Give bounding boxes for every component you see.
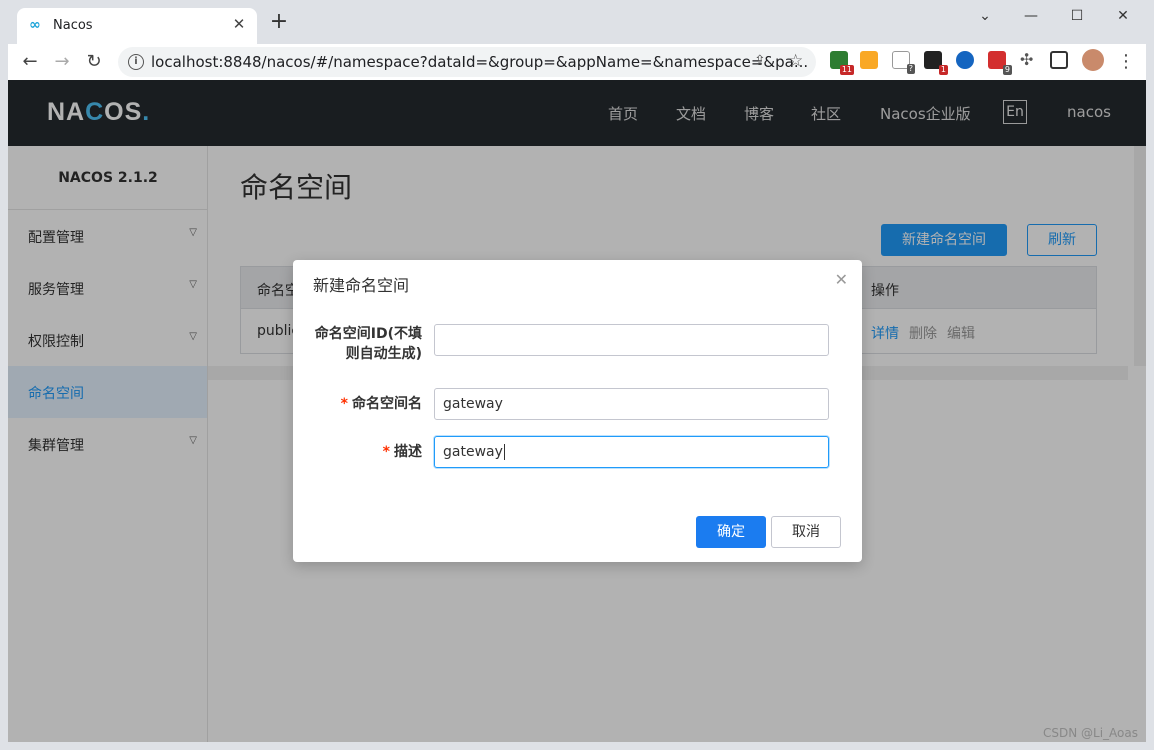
browser-menu-icon[interactable]: ⋮ [1114,50,1138,74]
namespace-name-input[interactable]: gateway [434,388,829,420]
namespace-name-label: * 命名空间名 [341,394,422,414]
browser-tabbar: ∞ Nacos ✕ + ⌄ — ☐ ✕ [0,0,1154,44]
dialog-title: 新建命名空间 [313,276,410,295]
tab-title: Nacos [53,18,93,33]
reload-button[interactable]: ↻ [82,50,106,74]
download-extension-icon[interactable] [860,51,878,69]
back-button[interactable]: ← [18,50,42,74]
extension-icon-1[interactable]: 11 [830,51,854,75]
watermark: CSDN @Li_Aoas [1043,726,1138,740]
browser-toolbar: ← → ↻ i localhost:8848/nacos/#/namespace… [8,44,1146,80]
maximize-button[interactable]: ☐ [1067,6,1087,26]
extension-badge: 11 [839,65,854,75]
share-icon[interactable]: ⇪ [754,53,766,69]
gmail-extension-icon[interactable]: ? [892,51,915,74]
nacos-page: NACOS. 首页 文档 博客 社区 Nacos企业版 En nacos NAC… [8,80,1146,742]
side-panel-icon[interactable] [1050,51,1068,69]
url-text[interactable]: localhost:8848/nacos/#/namespace?dataId=… [151,53,808,71]
description-label-text: 描述 [394,444,422,460]
address-bar[interactable]: i localhost:8848/nacos/#/namespace?dataI… [118,47,816,77]
description-label: * 描述 [383,442,422,462]
bookmark-star-icon[interactable]: ☆ [788,51,803,71]
required-asterisk: * [340,396,348,412]
namespace-id-label: 命名空间ID(不填 则自动生成) [315,324,422,364]
profile-avatar[interactable] [1082,49,1104,71]
extension-icon-6[interactable]: 9 [988,51,1012,75]
close-icon[interactable]: ✕ [835,270,848,289]
confirm-button[interactable]: 确定 [696,516,766,548]
extension-icon-4[interactable]: 1 [924,51,948,75]
new-namespace-dialog: 新建命名空间 ✕ 命名空间ID(不填 则自动生成) * 命名空间名 gateway… [293,260,862,562]
browser-tab[interactable]: ∞ Nacos ✕ [17,8,257,44]
new-tab-button[interactable]: + [268,11,290,34]
extension-badge: 1 [938,65,948,75]
extension-badge: 9 [1002,65,1012,75]
extensions-puzzle-icon[interactable]: ✣ [1020,51,1038,69]
required-asterisk: * [382,444,390,460]
extension-icon-5[interactable] [956,51,974,69]
nacos-favicon-icon: ∞ [29,17,41,33]
description-value: gateway [443,444,503,460]
namespace-id-label-line1: 命名空间ID(不填 [314,326,422,342]
tab-close-icon[interactable]: ✕ [231,16,247,32]
minimize-button[interactable]: — [1021,6,1041,26]
cancel-button[interactable]: 取消 [771,516,841,548]
forward-button[interactable]: → [50,50,74,74]
close-window-button[interactable]: ✕ [1113,6,1133,26]
description-input[interactable]: gateway [434,436,829,468]
tab-search-icon[interactable]: ⌄ [975,6,995,26]
namespace-id-label-line2: 则自动生成) [345,346,422,362]
text-caret [503,444,505,460]
extension-badge: ? [906,64,915,74]
site-info-icon[interactable]: i [128,54,144,70]
namespace-name-label-text: 命名空间名 [352,396,422,412]
namespace-id-input[interactable] [434,324,829,356]
